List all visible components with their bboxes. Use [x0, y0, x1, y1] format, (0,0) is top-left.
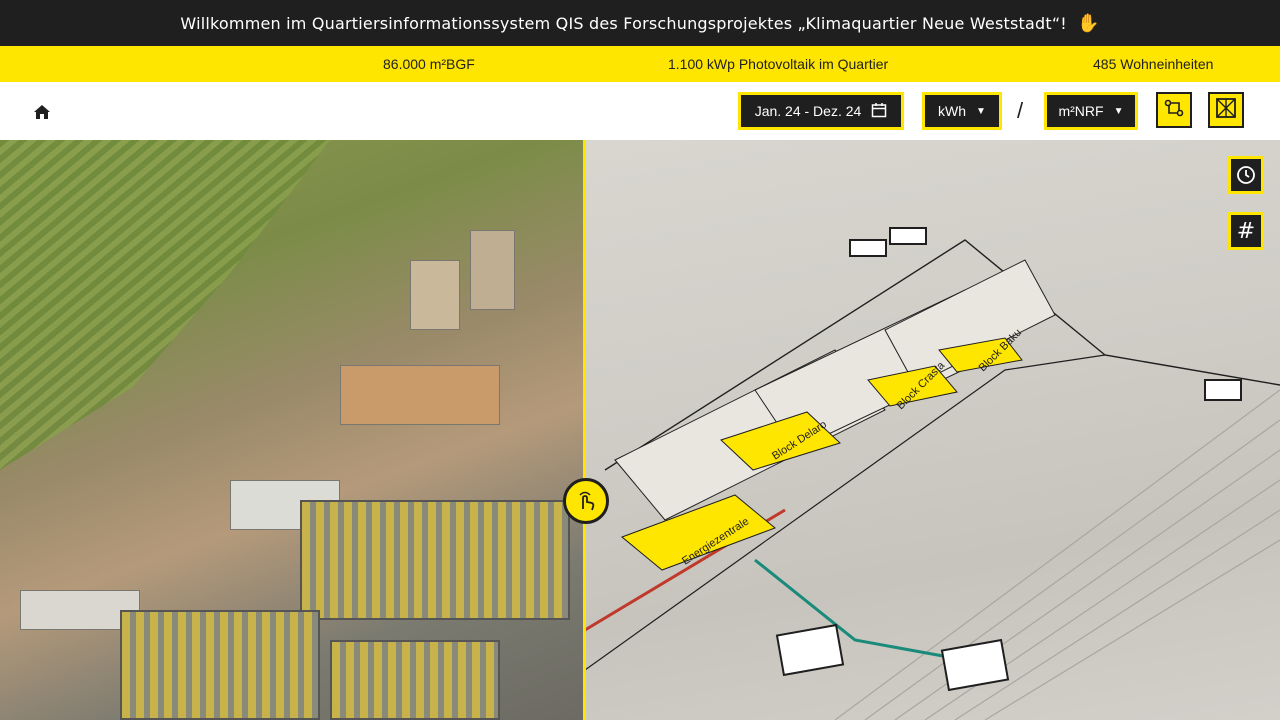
network-filter-button[interactable]: [1156, 92, 1192, 128]
unit-select[interactable]: kWh ▼: [922, 92, 1002, 130]
compare-icon: [1215, 97, 1237, 123]
compare-button[interactable]: [1208, 92, 1244, 128]
touch-swipe-icon[interactable]: [563, 478, 609, 524]
stat-area: 86.000 m²BGF: [383, 56, 475, 72]
rooftop-pv: [300, 500, 570, 620]
building: [340, 365, 500, 425]
quarter-model: Energiezentrale Block Delaro Block Crast…: [584, 140, 1280, 720]
chevron-down-icon: ▼: [1113, 105, 1124, 117]
stat-photovoltaik: 1.100 kWp Photovoltaik im Quartier: [668, 56, 889, 72]
chevron-down-icon: ▼: [976, 105, 986, 117]
welcome-banner: Willkommen im Quartiersinformationssyste…: [0, 0, 1280, 46]
stat-wohneinheiten: 485 Wohneinheiten: [1093, 56, 1214, 72]
home-icon[interactable]: [32, 102, 52, 122]
unit-separator: /: [1017, 98, 1024, 123]
welcome-text: Willkommen im Quartiersinformationssyste…: [180, 13, 1067, 33]
history-icon[interactable]: [1228, 156, 1264, 194]
network-icon: [1164, 98, 1184, 122]
unit-value: kWh: [938, 103, 967, 119]
rooftop-pv: [120, 610, 320, 720]
vineyard-area: [0, 140, 330, 470]
rooftop-pv: [330, 640, 500, 720]
stats-bar: 86.000 m²BGF 1.100 kWp Photovoltaik im Q…: [0, 46, 1280, 82]
date-range-value: Jan. 24 - Dez. 24: [754, 103, 862, 119]
map-view[interactable]: Energiezentrale Block Delaro Block Crast…: [0, 140, 1280, 720]
calendar-icon: [871, 102, 887, 121]
aerial-photo: [0, 140, 585, 720]
date-range-picker[interactable]: Jan. 24 - Dez. 24: [738, 92, 904, 130]
grid-hash-icon[interactable]: #: [1228, 212, 1264, 250]
building: [470, 230, 515, 310]
toolbar: Jan. 24 - Dez. 24 kWh ▼ / m²NRF ▼: [0, 82, 1280, 140]
hand-wave-icon: ✋: [1076, 12, 1100, 34]
reference-value: m²NRF: [1058, 103, 1104, 119]
split-divider[interactable]: [583, 140, 586, 720]
reference-select[interactable]: m²NRF ▼: [1044, 92, 1138, 130]
building: [410, 260, 460, 330]
